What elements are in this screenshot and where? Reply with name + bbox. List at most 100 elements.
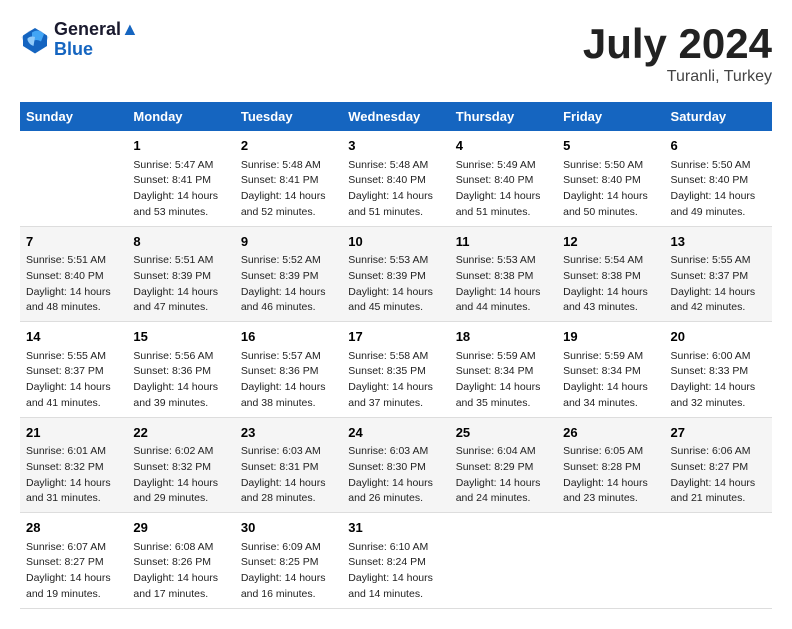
calendar-cell: 5Sunrise: 5:50 AMSunset: 8:40 PMDaylight… — [557, 131, 664, 226]
subtitle: Turanli, Turkey — [583, 68, 772, 86]
day-number: 19 — [563, 327, 658, 347]
cell-info: Sunrise: 5:56 AMSunset: 8:36 PMDaylight:… — [133, 349, 228, 412]
calendar-cell: 19Sunrise: 5:59 AMSunset: 8:34 PMDayligh… — [557, 322, 664, 418]
calendar-cell: 9Sunrise: 5:52 AMSunset: 8:39 PMDaylight… — [235, 226, 342, 322]
week-row-4: 21Sunrise: 6:01 AMSunset: 8:32 PMDayligh… — [20, 417, 772, 513]
day-number: 20 — [671, 327, 766, 347]
title-area: July 2024 Turanli, Turkey — [583, 20, 772, 86]
week-row-2: 7Sunrise: 5:51 AMSunset: 8:40 PMDaylight… — [20, 226, 772, 322]
calendar-table: SundayMondayTuesdayWednesdayThursdayFrid… — [20, 102, 772, 609]
cell-info: Sunrise: 6:01 AMSunset: 8:32 PMDaylight:… — [26, 444, 121, 507]
calendar-cell: 22Sunrise: 6:02 AMSunset: 8:32 PMDayligh… — [127, 417, 234, 513]
cell-info: Sunrise: 5:55 AMSunset: 8:37 PMDaylight:… — [26, 349, 121, 412]
calendar-cell: 24Sunrise: 6:03 AMSunset: 8:30 PMDayligh… — [342, 417, 449, 513]
cell-info: Sunrise: 5:51 AMSunset: 8:40 PMDaylight:… — [26, 253, 121, 316]
week-row-1: 1Sunrise: 5:47 AMSunset: 8:41 PMDaylight… — [20, 131, 772, 226]
column-header-wednesday: Wednesday — [342, 102, 449, 131]
cell-info: Sunrise: 5:54 AMSunset: 8:38 PMDaylight:… — [563, 253, 658, 316]
calendar-cell — [20, 131, 127, 226]
day-number: 17 — [348, 327, 443, 347]
calendar-cell: 16Sunrise: 5:57 AMSunset: 8:36 PMDayligh… — [235, 322, 342, 418]
calendar-cell: 3Sunrise: 5:48 AMSunset: 8:40 PMDaylight… — [342, 131, 449, 226]
calendar-cell: 26Sunrise: 6:05 AMSunset: 8:28 PMDayligh… — [557, 417, 664, 513]
week-row-5: 28Sunrise: 6:07 AMSunset: 8:27 PMDayligh… — [20, 513, 772, 609]
day-number: 27 — [671, 423, 766, 443]
calendar-cell: 8Sunrise: 5:51 AMSunset: 8:39 PMDaylight… — [127, 226, 234, 322]
day-number: 8 — [133, 232, 228, 252]
day-number: 5 — [563, 136, 658, 156]
day-number: 31 — [348, 518, 443, 538]
column-header-friday: Friday — [557, 102, 664, 131]
day-number: 12 — [563, 232, 658, 252]
day-number: 15 — [133, 327, 228, 347]
calendar-cell: 28Sunrise: 6:07 AMSunset: 8:27 PMDayligh… — [20, 513, 127, 609]
day-number: 26 — [563, 423, 658, 443]
calendar-cell: 14Sunrise: 5:55 AMSunset: 8:37 PMDayligh… — [20, 322, 127, 418]
cell-info: Sunrise: 6:05 AMSunset: 8:28 PMDaylight:… — [563, 444, 658, 507]
calendar-cell: 7Sunrise: 5:51 AMSunset: 8:40 PMDaylight… — [20, 226, 127, 322]
cell-info: Sunrise: 5:51 AMSunset: 8:39 PMDaylight:… — [133, 253, 228, 316]
calendar-cell: 12Sunrise: 5:54 AMSunset: 8:38 PMDayligh… — [557, 226, 664, 322]
cell-info: Sunrise: 6:08 AMSunset: 8:26 PMDaylight:… — [133, 540, 228, 603]
cell-info: Sunrise: 6:04 AMSunset: 8:29 PMDaylight:… — [456, 444, 551, 507]
calendar-cell: 20Sunrise: 6:00 AMSunset: 8:33 PMDayligh… — [665, 322, 772, 418]
column-header-monday: Monday — [127, 102, 234, 131]
calendar-cell: 10Sunrise: 5:53 AMSunset: 8:39 PMDayligh… — [342, 226, 449, 322]
calendar-cell: 17Sunrise: 5:58 AMSunset: 8:35 PMDayligh… — [342, 322, 449, 418]
column-header-saturday: Saturday — [665, 102, 772, 131]
cell-info: Sunrise: 5:50 AMSunset: 8:40 PMDaylight:… — [563, 158, 658, 221]
cell-info: Sunrise: 5:58 AMSunset: 8:35 PMDaylight:… — [348, 349, 443, 412]
calendar-cell: 31Sunrise: 6:10 AMSunset: 8:24 PMDayligh… — [342, 513, 449, 609]
cell-info: Sunrise: 6:09 AMSunset: 8:25 PMDaylight:… — [241, 540, 336, 603]
cell-info: Sunrise: 5:49 AMSunset: 8:40 PMDaylight:… — [456, 158, 551, 221]
calendar-cell: 13Sunrise: 5:55 AMSunset: 8:37 PMDayligh… — [665, 226, 772, 322]
day-number: 3 — [348, 136, 443, 156]
cell-info: Sunrise: 6:03 AMSunset: 8:31 PMDaylight:… — [241, 444, 336, 507]
cell-info: Sunrise: 5:59 AMSunset: 8:34 PMDaylight:… — [563, 349, 658, 412]
calendar-cell — [450, 513, 557, 609]
day-number: 9 — [241, 232, 336, 252]
header-row: SundayMondayTuesdayWednesdayThursdayFrid… — [20, 102, 772, 131]
day-number: 7 — [26, 232, 121, 252]
day-number: 10 — [348, 232, 443, 252]
column-header-thursday: Thursday — [450, 102, 557, 131]
calendar-cell: 4Sunrise: 5:49 AMSunset: 8:40 PMDaylight… — [450, 131, 557, 226]
logo-icon — [20, 25, 50, 55]
calendar-cell: 21Sunrise: 6:01 AMSunset: 8:32 PMDayligh… — [20, 417, 127, 513]
day-number: 22 — [133, 423, 228, 443]
cell-info: Sunrise: 5:53 AMSunset: 8:39 PMDaylight:… — [348, 253, 443, 316]
calendar-cell — [665, 513, 772, 609]
cell-info: Sunrise: 5:57 AMSunset: 8:36 PMDaylight:… — [241, 349, 336, 412]
calendar-cell: 18Sunrise: 5:59 AMSunset: 8:34 PMDayligh… — [450, 322, 557, 418]
calendar-cell: 15Sunrise: 5:56 AMSunset: 8:36 PMDayligh… — [127, 322, 234, 418]
column-header-sunday: Sunday — [20, 102, 127, 131]
calendar-cell: 6Sunrise: 5:50 AMSunset: 8:40 PMDaylight… — [665, 131, 772, 226]
calendar-cell: 2Sunrise: 5:48 AMSunset: 8:41 PMDaylight… — [235, 131, 342, 226]
day-number: 4 — [456, 136, 551, 156]
day-number: 13 — [671, 232, 766, 252]
cell-info: Sunrise: 6:07 AMSunset: 8:27 PMDaylight:… — [26, 540, 121, 603]
calendar-cell: 23Sunrise: 6:03 AMSunset: 8:31 PMDayligh… — [235, 417, 342, 513]
day-number: 30 — [241, 518, 336, 538]
cell-info: Sunrise: 5:48 AMSunset: 8:40 PMDaylight:… — [348, 158, 443, 221]
day-number: 23 — [241, 423, 336, 443]
calendar-cell: 30Sunrise: 6:09 AMSunset: 8:25 PMDayligh… — [235, 513, 342, 609]
day-number: 16 — [241, 327, 336, 347]
cell-info: Sunrise: 5:53 AMSunset: 8:38 PMDaylight:… — [456, 253, 551, 316]
day-number: 6 — [671, 136, 766, 156]
day-number: 11 — [456, 232, 551, 252]
cell-info: Sunrise: 6:03 AMSunset: 8:30 PMDaylight:… — [348, 444, 443, 507]
calendar-cell: 27Sunrise: 6:06 AMSunset: 8:27 PMDayligh… — [665, 417, 772, 513]
calendar-cell — [557, 513, 664, 609]
cell-info: Sunrise: 6:10 AMSunset: 8:24 PMDaylight:… — [348, 540, 443, 603]
cell-info: Sunrise: 5:52 AMSunset: 8:39 PMDaylight:… — [241, 253, 336, 316]
day-number: 21 — [26, 423, 121, 443]
day-number: 18 — [456, 327, 551, 347]
cell-info: Sunrise: 6:02 AMSunset: 8:32 PMDaylight:… — [133, 444, 228, 507]
day-number: 14 — [26, 327, 121, 347]
logo: General▲ Blue — [20, 20, 139, 60]
cell-info: Sunrise: 6:06 AMSunset: 8:27 PMDaylight:… — [671, 444, 766, 507]
logo-text: General▲ Blue — [54, 20, 139, 60]
cell-info: Sunrise: 5:47 AMSunset: 8:41 PMDaylight:… — [133, 158, 228, 221]
cell-info: Sunrise: 5:59 AMSunset: 8:34 PMDaylight:… — [456, 349, 551, 412]
